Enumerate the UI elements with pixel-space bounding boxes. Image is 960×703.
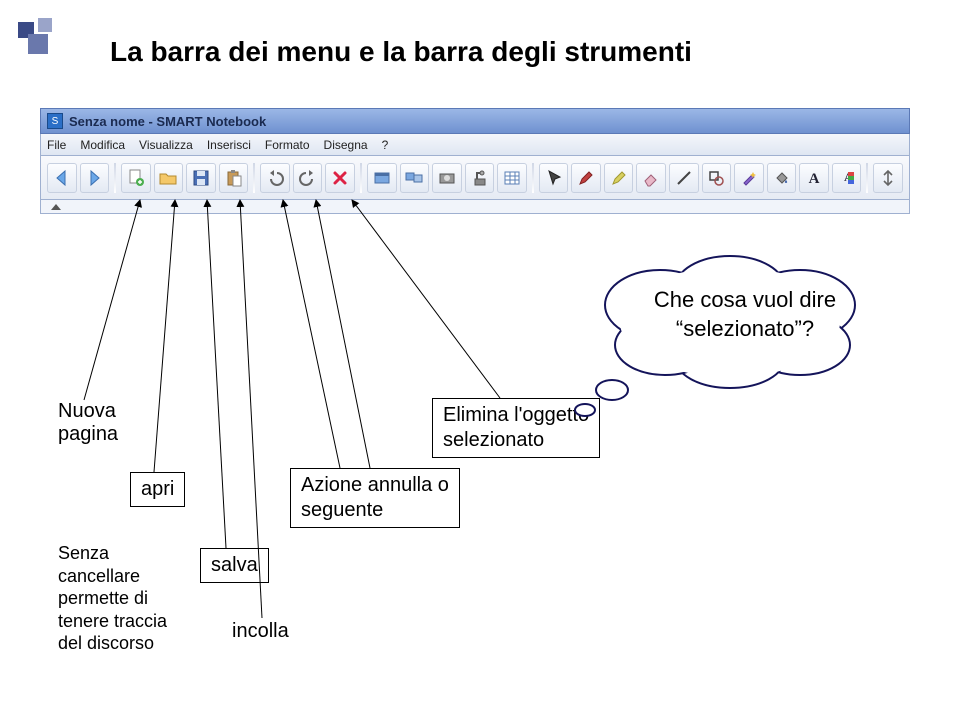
text-icon[interactable]: A <box>799 163 829 193</box>
menu-file[interactable]: File <box>47 138 66 152</box>
pen-icon[interactable] <box>571 163 601 193</box>
app-icon: S <box>47 113 63 129</box>
window-titlebar: S Senza nome - SMART Notebook <box>40 108 910 134</box>
menu-help[interactable]: ? <box>382 138 389 152</box>
save-icon[interactable] <box>186 163 216 193</box>
annot-azione: Azione annulla oseguente <box>290 468 460 528</box>
redo-icon[interactable] <box>293 163 323 193</box>
pointer-icon[interactable] <box>539 163 569 193</box>
menu-bar: File Modifica Visualizza Inserisci Forma… <box>40 134 910 156</box>
toolbar-separator <box>114 163 116 193</box>
panel-collapse-strip[interactable] <box>40 200 910 214</box>
slide-title: La barra dei menu e la barra degli strum… <box>110 36 910 68</box>
smart-notebook-window: S Senza nome - SMART Notebook File Modif… <box>40 108 910 214</box>
table-icon[interactable] <box>497 163 527 193</box>
cloud-text: Che cosa vuol dire“selezionato”? <box>630 286 860 343</box>
window-title: Senza nome - SMART Notebook <box>69 114 266 129</box>
annot-senza-cancellare: Senzacancellarepermette ditenere traccia… <box>58 542 167 655</box>
menu-modifica[interactable]: Modifica <box>80 138 125 152</box>
menu-visualizza[interactable]: Visualizza <box>139 138 193 152</box>
toolbar: A A <box>40 156 910 200</box>
line-icon[interactable] <box>669 163 699 193</box>
dual-monitor-icon[interactable] <box>400 163 430 193</box>
undo-icon[interactable] <box>260 163 290 193</box>
fill-icon[interactable] <box>767 163 797 193</box>
doc-camera-icon[interactable] <box>465 163 495 193</box>
menu-disegna[interactable]: Disegna <box>324 138 368 152</box>
toolbar-separator <box>866 163 868 193</box>
menu-formato[interactable]: Formato <box>265 138 310 152</box>
svg-text:A: A <box>809 171 820 187</box>
caret-up-icon <box>51 204 61 210</box>
toolbar-separator <box>360 163 362 193</box>
toolbar-separator <box>532 163 534 193</box>
fullscreen-icon[interactable] <box>367 163 397 193</box>
speech-cloud: Che cosa vuol dire“selezionato”? <box>570 250 890 420</box>
slide-bullet-decoration <box>18 18 72 58</box>
arrow-right-icon[interactable] <box>80 163 110 193</box>
annot-incolla: incolla <box>232 620 289 643</box>
shape-icon[interactable] <box>702 163 732 193</box>
annot-nuova-pagina: Nuovapagina <box>58 400 118 446</box>
toolbar-separator <box>253 163 255 193</box>
color-props-icon[interactable]: A <box>832 163 862 193</box>
delete-icon[interactable] <box>325 163 355 193</box>
magic-pen-icon[interactable] <box>734 163 764 193</box>
highlighter-icon[interactable] <box>604 163 634 193</box>
arrow-left-icon[interactable] <box>47 163 77 193</box>
open-icon[interactable] <box>154 163 184 193</box>
menu-inserisci[interactable]: Inserisci <box>207 138 251 152</box>
new-page-icon[interactable] <box>121 163 151 193</box>
move-toolbar-icon[interactable] <box>873 163 903 193</box>
paste-icon[interactable] <box>219 163 249 193</box>
annot-apri: apri <box>130 472 185 507</box>
eraser-icon[interactable] <box>636 163 666 193</box>
annot-salva: salva <box>200 548 269 583</box>
capture-icon[interactable] <box>432 163 462 193</box>
